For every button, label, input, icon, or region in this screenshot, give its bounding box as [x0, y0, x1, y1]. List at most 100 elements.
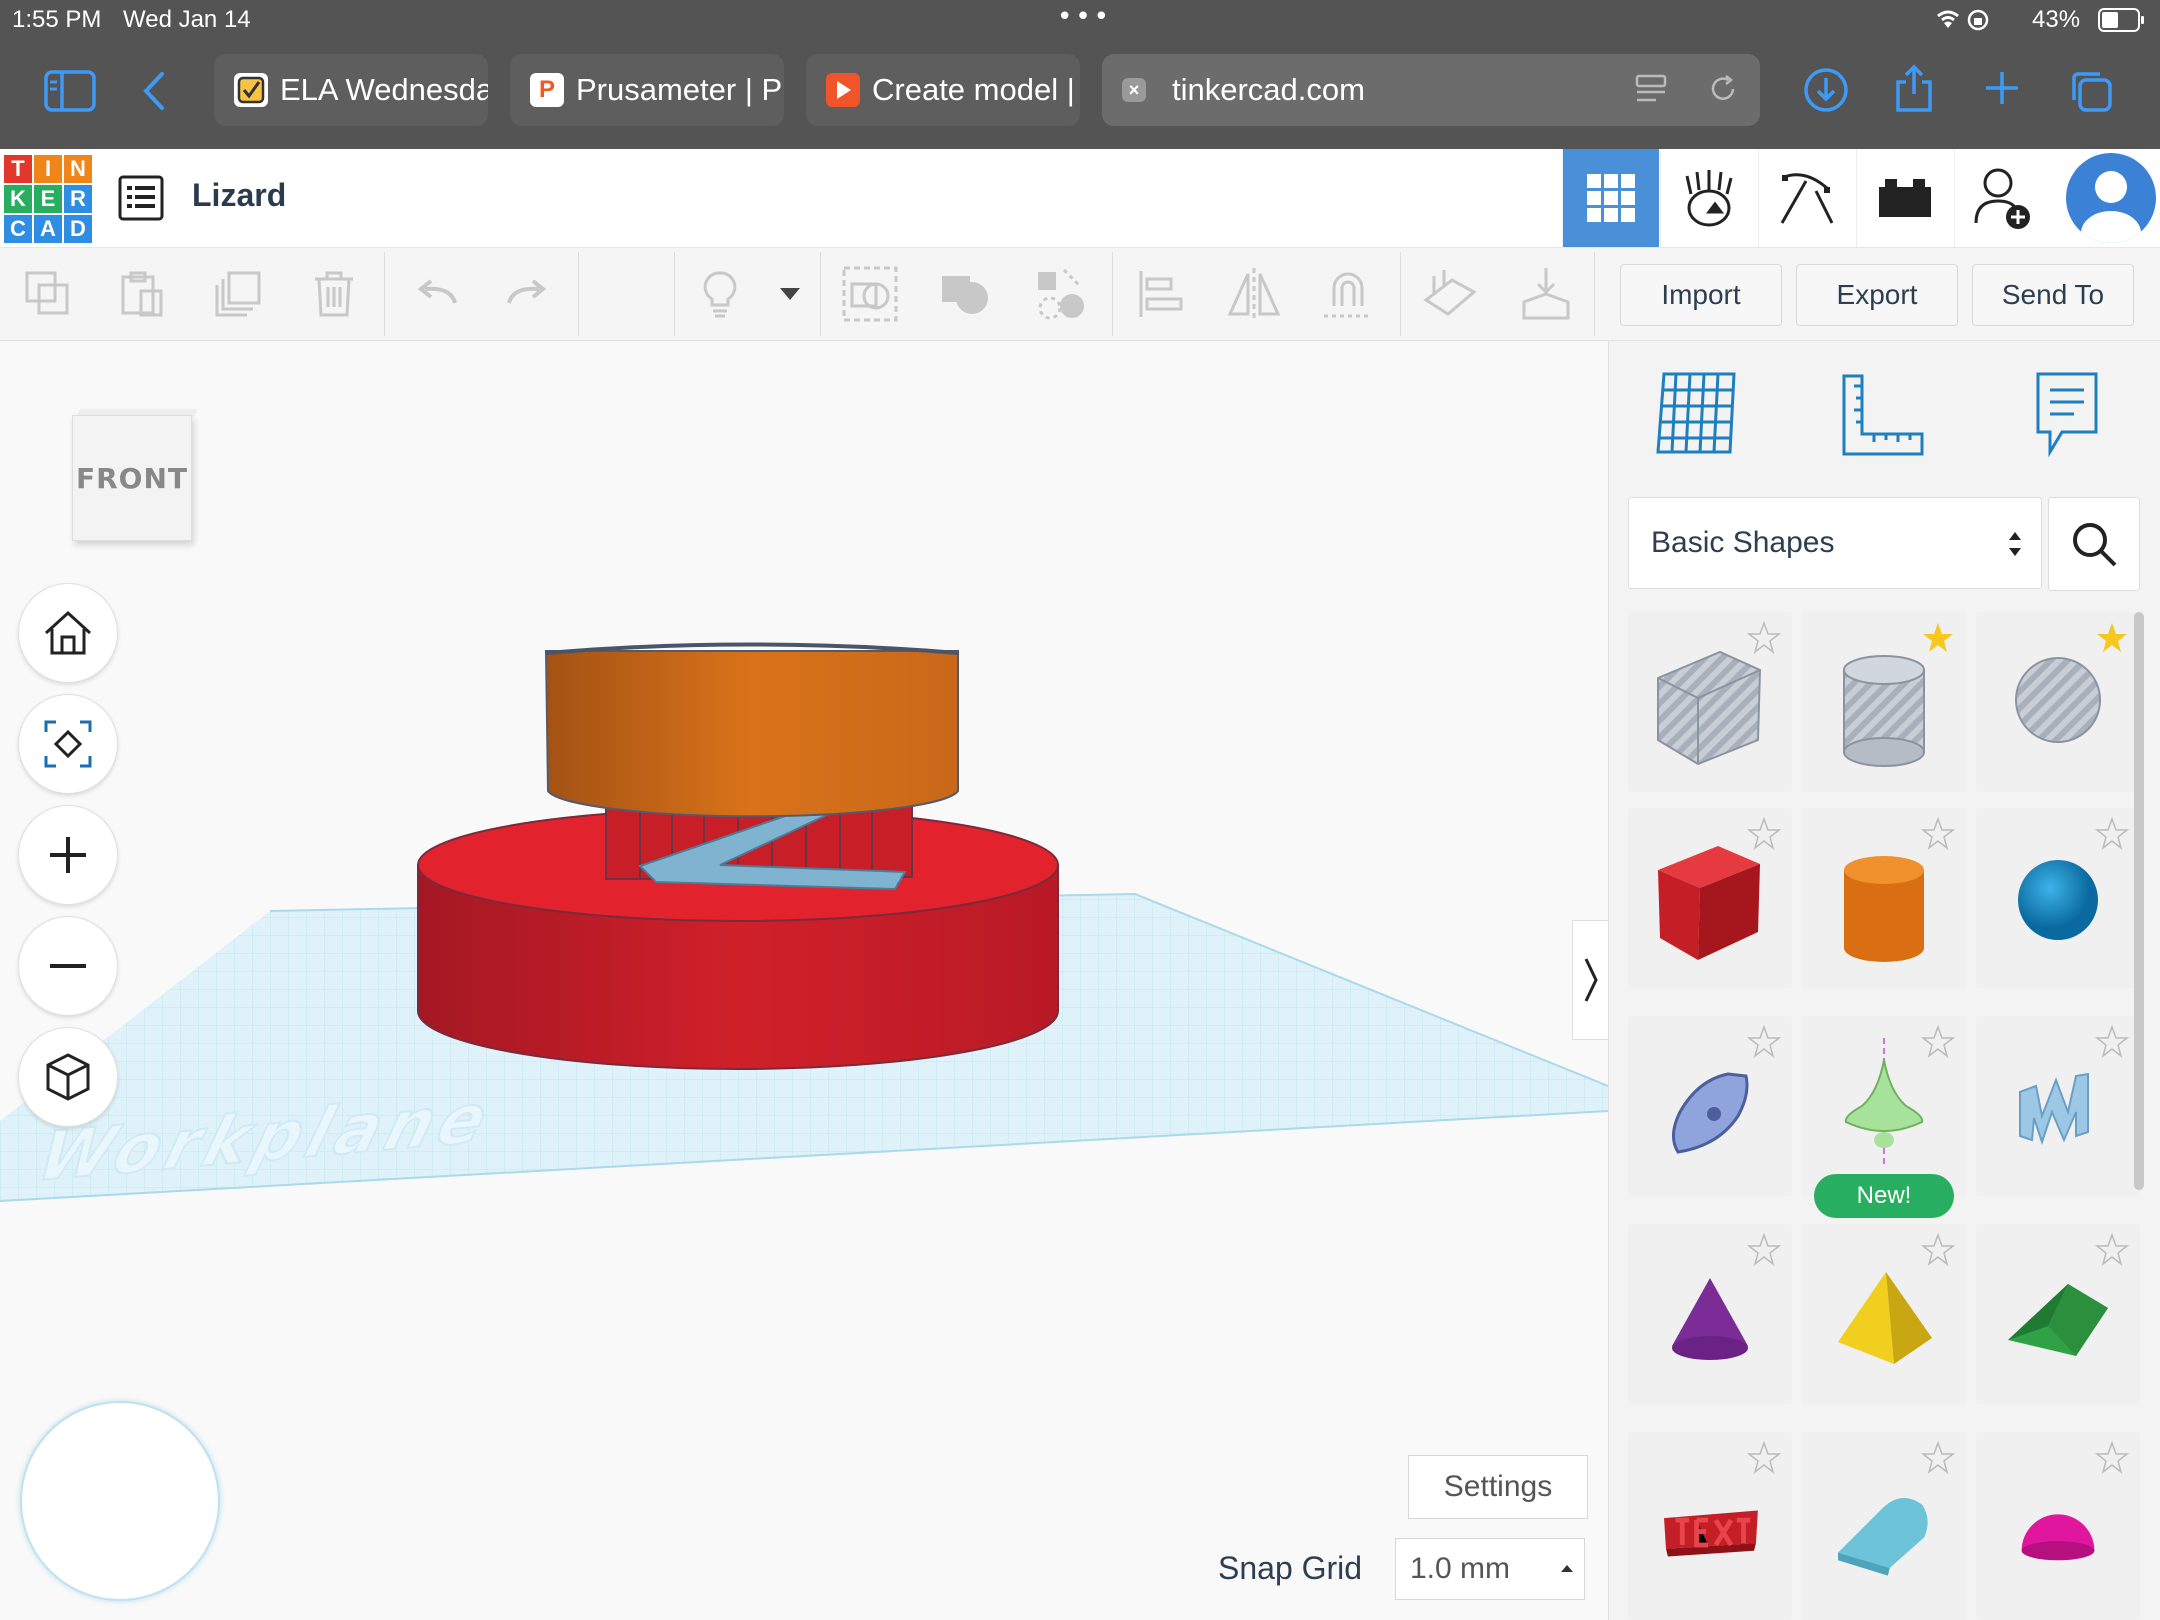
- logo-letter: A: [34, 215, 62, 243]
- notes-icon[interactable]: [2032, 370, 2102, 460]
- shape-cylinder-hole[interactable]: [1802, 612, 1966, 792]
- collapse-panel-button[interactable]: [1572, 920, 1610, 1040]
- shape-spinning-top[interactable]: [1802, 1016, 1966, 1196]
- lego-button[interactable]: [1856, 149, 1953, 247]
- sidebar-icon[interactable]: [44, 70, 96, 112]
- view-cube[interactable]: FRONT: [68, 409, 199, 541]
- group-icon[interactable]: [842, 266, 898, 322]
- home-view-button[interactable]: [18, 583, 118, 683]
- workplane-tool-icon[interactable]: [1422, 266, 1478, 322]
- chevron-down-icon[interactable]: [762, 266, 818, 322]
- tab-prusameter[interactable]: P Prusameter | P: [510, 54, 784, 126]
- magnet-icon[interactable]: [1320, 266, 1376, 322]
- fit-view-button[interactable]: [18, 694, 118, 794]
- bricks-button[interactable]: [1758, 149, 1855, 247]
- zoom-out-button[interactable]: [18, 916, 118, 1016]
- address-bar[interactable]: × tinkercad.com: [1102, 54, 1760, 126]
- star-icon[interactable]: [2094, 1024, 2130, 1060]
- zoom-in-button[interactable]: [18, 805, 118, 905]
- settings-button[interactable]: Settings: [1408, 1455, 1588, 1519]
- undo-icon[interactable]: [408, 266, 464, 322]
- tabs-overview-icon[interactable]: [2068, 68, 2114, 114]
- shape-half-cylinder[interactable]: [1802, 1432, 1966, 1620]
- ruler-icon[interactable]: [1840, 372, 1926, 458]
- shape-text[interactable]: [1628, 1432, 1792, 1620]
- star-filled-icon[interactable]: [1920, 620, 1956, 656]
- shape-cone[interactable]: [1628, 1224, 1792, 1404]
- share-icon[interactable]: [1893, 64, 1935, 114]
- star-icon[interactable]: [1920, 1440, 1956, 1476]
- star-icon[interactable]: [1746, 620, 1782, 656]
- copy-icon[interactable]: [20, 266, 76, 322]
- orbit-control[interactable]: [20, 1401, 220, 1601]
- projection-button[interactable]: [18, 1027, 118, 1127]
- star-icon[interactable]: [1920, 816, 1956, 852]
- star-icon[interactable]: [1746, 1024, 1782, 1060]
- duplicate-icon[interactable]: [210, 266, 266, 322]
- lightbulb-icon[interactable]: [692, 266, 748, 322]
- import-button[interactable]: Import: [1620, 264, 1782, 326]
- align-icon[interactable]: [1134, 266, 1190, 322]
- redo-icon[interactable]: [500, 266, 556, 322]
- shape-text-waves[interactable]: [1976, 1016, 2140, 1196]
- star-icon[interactable]: [1920, 1232, 1956, 1268]
- toolbar-divider: [1112, 252, 1113, 336]
- export-button[interactable]: Export: [1796, 264, 1958, 326]
- shape-roof[interactable]: [1976, 1224, 2140, 1404]
- toolbar-divider: [384, 252, 385, 336]
- close-tab-icon[interactable]: ×: [1122, 78, 1146, 102]
- shape-library-select[interactable]: Basic Shapes: [1628, 497, 2042, 589]
- paste-icon[interactable]: [114, 266, 170, 322]
- shape-half-sphere[interactable]: [1976, 1432, 2140, 1620]
- send-to-button[interactable]: Send To: [1972, 264, 2134, 326]
- toolbar-divider: [1400, 252, 1401, 336]
- shape-box[interactable]: [1628, 808, 1792, 988]
- search-icon: [2070, 520, 2118, 568]
- design-title[interactable]: Lizard: [192, 177, 286, 214]
- avatar[interactable]: [2066, 153, 2156, 243]
- star-icon[interactable]: [1746, 1440, 1782, 1476]
- tab-ela[interactable]: ELA Wednesda: [214, 54, 488, 126]
- ungroup-icon[interactable]: [938, 266, 994, 322]
- star-filled-icon[interactable]: [2094, 620, 2130, 656]
- 3d-viewport[interactable]: Workplane FRONT: [0, 341, 1608, 1620]
- download-icon[interactable]: [1803, 67, 1849, 113]
- tinkercad-logo[interactable]: T I N K E R C A D: [4, 155, 92, 243]
- star-icon[interactable]: [1746, 1232, 1782, 1268]
- back-icon[interactable]: [140, 70, 168, 112]
- reader-icon[interactable]: [1634, 72, 1668, 106]
- new-tab-plus-icon[interactable]: [1982, 68, 2022, 108]
- shape-pyramid[interactable]: [1802, 1224, 1966, 1404]
- snap-grid-select[interactable]: 1.0 mm: [1395, 1538, 1585, 1600]
- shape-cylinder[interactable]: [1802, 808, 1966, 988]
- mirror-icon[interactable]: [1226, 266, 1282, 322]
- star-icon[interactable]: [1746, 816, 1782, 852]
- orange-cylinder-shape[interactable]: [544, 650, 959, 818]
- trash-icon[interactable]: [306, 266, 362, 322]
- play-icon: [826, 73, 860, 107]
- share-design-button[interactable]: [1954, 149, 2051, 247]
- align-shapes-icon[interactable]: [1034, 266, 1090, 322]
- snap-grid-label: Snap Grid: [1218, 1550, 1363, 1586]
- blocks-button[interactable]: [1660, 149, 1757, 247]
- shape-search-button[interactable]: [2048, 497, 2140, 591]
- tab-create-model[interactable]: Create model |: [806, 54, 1080, 126]
- panel-scrollbar[interactable]: [2134, 612, 2144, 1190]
- shape-sphere-hole[interactable]: [1976, 612, 2140, 792]
- star-icon[interactable]: [2094, 1440, 2130, 1476]
- view-3d-button[interactable]: [1562, 149, 1659, 247]
- list-icon[interactable]: [118, 175, 164, 221]
- shape-box-hole[interactable]: [1628, 612, 1792, 792]
- star-icon[interactable]: [2094, 1232, 2130, 1268]
- workplane-grid-icon[interactable]: [1654, 368, 1742, 458]
- status-bar: 1:55 PM Wed Jan 14 ••• 43%: [0, 0, 2160, 40]
- star-icon[interactable]: [2094, 816, 2130, 852]
- shape-scribble[interactable]: [1628, 1016, 1792, 1196]
- star-icon[interactable]: [1920, 1024, 1956, 1060]
- ruler-drop-icon[interactable]: [1518, 266, 1574, 322]
- reload-icon[interactable]: [1706, 72, 1740, 106]
- shape-sphere[interactable]: [1976, 808, 2140, 988]
- logo-letter: T: [4, 155, 32, 183]
- fit-icon: [42, 718, 94, 770]
- multitask-dots-icon[interactable]: •••: [1057, 2, 1112, 32]
